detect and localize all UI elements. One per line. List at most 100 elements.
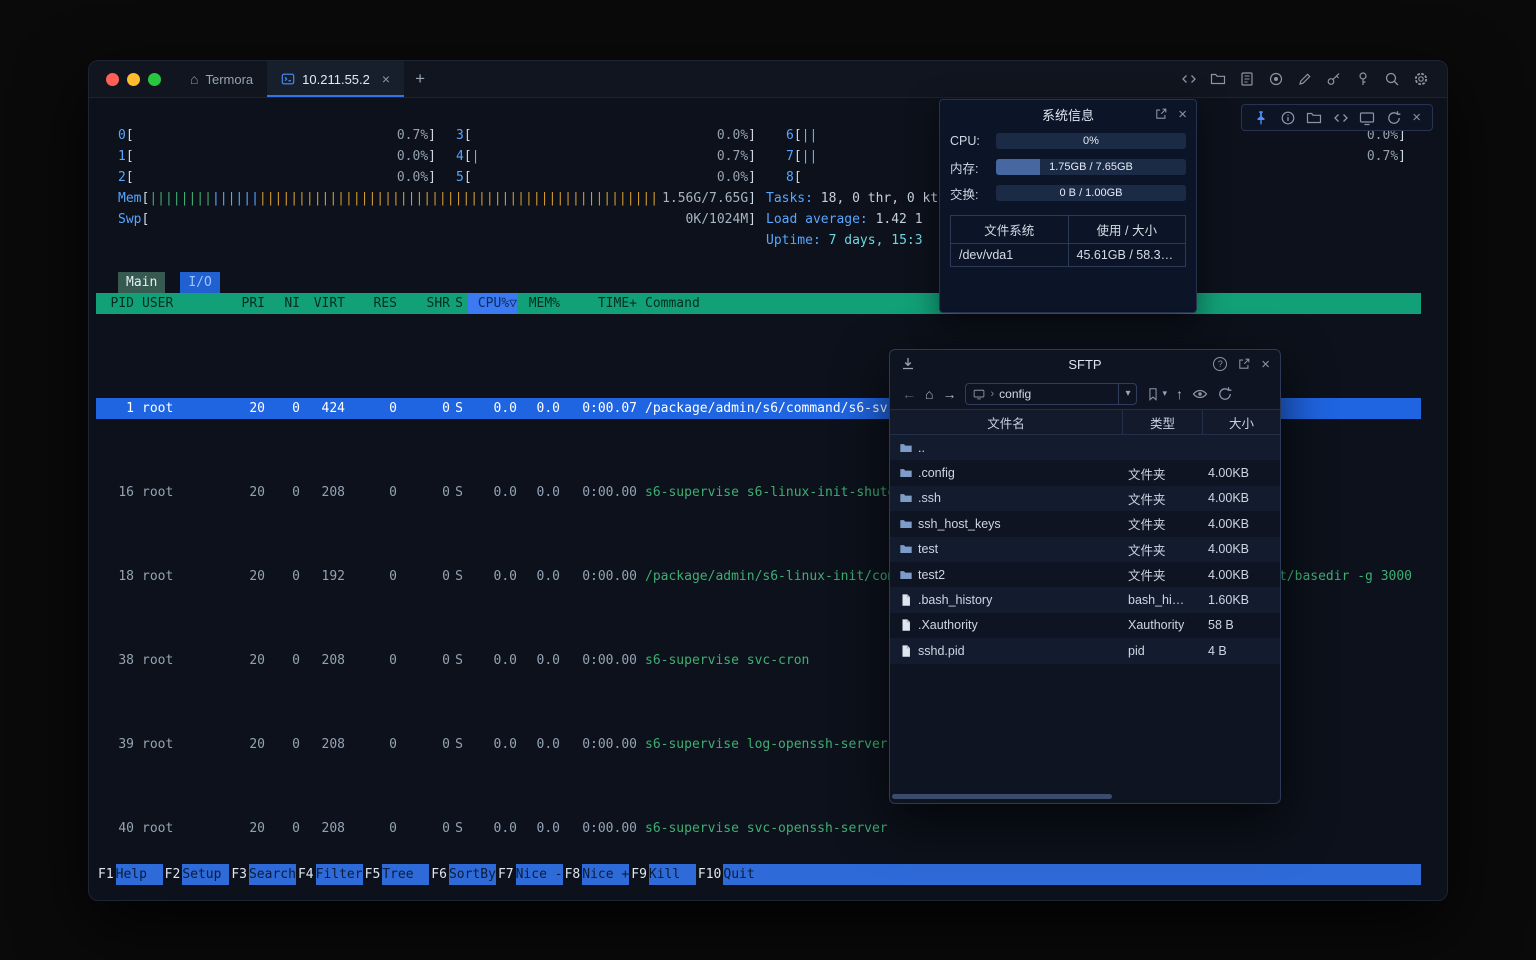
cpu-cell: 0.0 [468, 566, 517, 587]
open-in-window-icon[interactable] [1237, 357, 1251, 371]
fn-key-button[interactable]: F2 Setup [163, 864, 230, 885]
code-icon[interactable] [1181, 71, 1197, 87]
column-cpu-sort[interactable]: CPU%▽ [468, 293, 517, 314]
column-pid[interactable]: PID [96, 293, 134, 314]
shr-cell: 0 [397, 398, 450, 419]
column-virt[interactable]: VIRT [300, 293, 345, 314]
panel-title: 系统信息 [1042, 105, 1094, 124]
column-s[interactable]: S [450, 293, 468, 314]
column-res[interactable]: RES [345, 293, 397, 314]
cpu-meter-5: 5[0.0%] [456, 167, 756, 188]
htop-tab-main[interactable]: Main [118, 272, 165, 293]
host-icon [973, 388, 985, 400]
shr-cell: 0 [397, 650, 450, 671]
process-row[interactable]: 40 root 20 0 208 0 0 S 0.0 0.0 0:00.00 s… [96, 818, 1421, 839]
file-row[interactable]: sshd.pid pid 4 B [890, 638, 1280, 663]
refresh-icon[interactable] [1217, 386, 1233, 402]
search-icon[interactable] [1384, 71, 1400, 87]
bookmark-button[interactable]: ▾ [1146, 387, 1167, 401]
file-row[interactable]: .config 文件夹 4.00KB [890, 460, 1280, 485]
log-icon[interactable] [1239, 71, 1255, 87]
pin-icon[interactable] [1253, 110, 1269, 126]
column-filename[interactable]: 文件名 [890, 410, 1122, 434]
stat-label: CPU: [950, 134, 988, 148]
fn-key-button[interactable]: F7 Nice - [496, 864, 563, 885]
fn-key-button[interactable]: F1 Help [96, 864, 163, 885]
file-row[interactable]: test 文件夹 4.00KB [890, 537, 1280, 562]
info-icon[interactable] [1280, 110, 1296, 126]
chevron-down-icon[interactable]: ▾ [1118, 384, 1136, 404]
keychain-icon[interactable] [1355, 71, 1371, 87]
fn-key-button[interactable]: F3 Search [229, 864, 296, 885]
show-hidden-icon[interactable] [1192, 386, 1208, 402]
file-row[interactable]: .bash_history bash_hi… 1.60KB [890, 587, 1280, 612]
state-cell: S [450, 482, 468, 503]
column-ni[interactable]: NI [265, 293, 300, 314]
file-row[interactable]: .. [890, 435, 1280, 460]
file-row[interactable]: .ssh 文件夹 4.00KB [890, 486, 1280, 511]
file-type: pid [1122, 644, 1202, 658]
horizontal-scrollbar[interactable] [892, 794, 1112, 799]
folder-icon[interactable] [1210, 71, 1226, 87]
fn-key-button[interactable]: F4 Filter [296, 864, 363, 885]
htop-screen-tabs: Main I/O [118, 272, 220, 293]
upload-icon[interactable]: ↑ [1176, 387, 1183, 401]
htop-tab-io[interactable]: I/O [180, 272, 219, 293]
file-size: 4 B [1202, 644, 1280, 658]
new-tab-button[interactable]: + [404, 61, 436, 97]
close-window-button[interactable] [106, 73, 119, 86]
macro-record-icon[interactable] [1268, 71, 1284, 87]
settings-icon[interactable] [1413, 71, 1429, 87]
file-type-icon [890, 593, 918, 607]
column-mem[interactable]: MEM% [517, 293, 560, 314]
column-pri[interactable]: PRI [230, 293, 265, 314]
back-icon[interactable]: ← [902, 387, 916, 401]
fn-key-button[interactable]: F6 SortBy [429, 864, 496, 885]
fn-key: F7 [496, 864, 516, 885]
cast-icon[interactable] [1359, 110, 1375, 126]
file-row[interactable]: ssh_host_keys 文件夹 4.00KB [890, 511, 1280, 536]
fn-key-button[interactable]: F10 Quit [696, 864, 770, 885]
fn-key: F8 [563, 864, 583, 885]
key-icon[interactable] [1326, 71, 1342, 87]
column-time[interactable]: TIME+ [560, 293, 637, 314]
file-type-icon [890, 517, 918, 531]
zoom-window-button[interactable] [148, 73, 161, 86]
edit-icon[interactable] [1297, 71, 1313, 87]
column-shr[interactable]: SHR [397, 293, 450, 314]
file-name: .config [918, 466, 1122, 480]
code-icon[interactable] [1333, 110, 1349, 126]
column-type[interactable]: 类型 [1122, 410, 1202, 434]
close-tab-icon[interactable]: × [382, 72, 390, 86]
help-icon[interactable]: ? [1213, 357, 1227, 371]
column-size[interactable]: 大小 [1202, 410, 1280, 434]
close-icon[interactable]: × [1178, 107, 1187, 122]
side-panel-toolbar: × [1241, 104, 1433, 131]
tab-host[interactable]: 10.211.55.2 × [267, 61, 404, 97]
pri-cell: 20 [230, 650, 265, 671]
minimize-window-button[interactable] [127, 73, 140, 86]
forward-icon[interactable]: → [942, 387, 956, 401]
close-icon[interactable]: × [1412, 110, 1421, 125]
time-cell: 0:00.00 [560, 482, 637, 503]
path-combobox[interactable]: › config ▾ [965, 383, 1137, 405]
fn-key: F6 [429, 864, 449, 885]
shr-cell: 0 [397, 566, 450, 587]
close-icon[interactable]: × [1261, 357, 1270, 372]
folder-icon[interactable] [1306, 110, 1322, 126]
tab-termora[interactable]: ⌂ Termora [176, 61, 267, 97]
download-icon[interactable] [900, 356, 916, 372]
fn-key-button[interactable]: F5 Tree [363, 864, 430, 885]
open-in-window-icon[interactable] [1154, 107, 1168, 121]
file-row[interactable]: test2 文件夹 4.00KB [890, 562, 1280, 587]
fn-key-button[interactable]: F8 Nice + [563, 864, 630, 885]
file-row[interactable]: .Xauthority Xauthority 58 B [890, 613, 1280, 638]
fn-key-button[interactable]: F9 Kill [629, 864, 696, 885]
column-user[interactable]: USER [134, 293, 230, 314]
current-path: config [999, 387, 1031, 401]
fn-label: Nice - [516, 864, 563, 885]
chevron-down-icon[interactable]: ▾ [1162, 388, 1167, 399]
command-cell: s6-supervise svc-openssh-server [637, 818, 1421, 839]
refresh-icon[interactable] [1386, 110, 1402, 126]
home-icon[interactable]: ⌂ [925, 387, 933, 401]
